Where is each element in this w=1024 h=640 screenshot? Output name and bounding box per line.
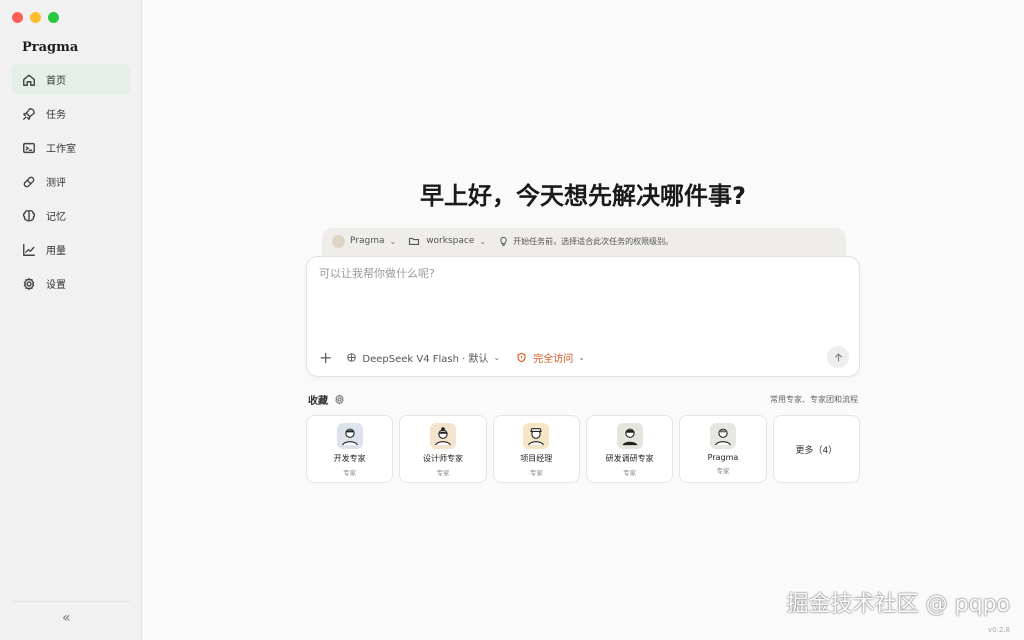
close-window-button[interactable]	[12, 12, 23, 23]
sidebar-item-label: 任务	[46, 110, 66, 121]
sidebar-item-label: 工作室	[46, 144, 76, 155]
sidebar-item-home[interactable]: 首页	[12, 64, 130, 95]
favorites-header: 收藏 常用专家、专家团和流程	[308, 392, 858, 407]
expert-avatar	[709, 423, 736, 449]
folder-name: workspace	[426, 236, 475, 246]
expert-type: 专家	[343, 469, 357, 477]
model-selector[interactable]: DeepSeek V4 Flash · 默认 ⌄	[346, 350, 500, 365]
expert-type: 专家	[716, 467, 730, 475]
sidebar-nav: 首页 任务 工作室 测评 记忆 用量 设置	[12, 64, 130, 302]
expert-name: 项目经理	[520, 454, 553, 463]
home-icon	[23, 73, 35, 86]
composer: + DeepSeek V4 Flash · 默认 ⌄ 完全访问 ⌄	[306, 256, 860, 377]
sidebar-item-label: 设置	[46, 280, 66, 291]
person-avatar-icon	[622, 428, 637, 446]
agent-name: Pragma	[350, 236, 385, 246]
sidebar-item-studio[interactable]: 工作室	[12, 132, 130, 163]
lightbulb-icon	[500, 236, 507, 246]
folder-selector[interactable]: workspace ⌄	[408, 234, 486, 248]
expert-card-developer[interactable]: 开发专家 专家	[306, 415, 394, 483]
terminal-icon	[23, 142, 35, 153]
add-attachment-button[interactable]: +	[319, 348, 332, 367]
window-controls	[12, 12, 59, 23]
expert-name: 研发调研专家	[605, 454, 654, 463]
access-selector[interactable]: 完全访问 ⌄	[516, 350, 585, 365]
trend-icon	[23, 243, 35, 256]
model-name: DeepSeek V4 Flash · 默认	[362, 353, 489, 365]
sidebar-item-label: 测评	[46, 178, 66, 189]
favorites-cards: 开发专家 专家 设计师专家 专家 项目经理 专家 研发调研专家 专家 Pragm…	[306, 415, 860, 483]
composer-toolbar: + DeepSeek V4 Flash · 默认 ⌄ 完全访问 ⌄	[319, 346, 849, 368]
expert-type: 专家	[436, 469, 450, 477]
sidebar-item-label: 用量	[46, 246, 66, 257]
zoom-window-button[interactable]	[48, 12, 59, 23]
person-avatar-icon	[715, 428, 731, 446]
more-experts-label: 更多（4）	[795, 445, 838, 456]
expert-avatar	[616, 423, 643, 449]
expert-type: 专家	[623, 469, 637, 477]
favorites-settings-button[interactable]	[334, 394, 345, 405]
sidebar-item-settings[interactable]: 设置	[12, 268, 130, 299]
collapse-sidebar-button[interactable]: «	[62, 610, 71, 626]
watermark: 掘金技术社区 @ pqpo	[786, 592, 1010, 617]
more-experts-button[interactable]: 更多（4）	[772, 415, 860, 483]
person-avatar-icon	[435, 427, 451, 446]
version-label: v0.2.8	[988, 626, 1010, 634]
send-button[interactable]	[827, 346, 849, 368]
agent-avatar	[332, 234, 345, 248]
pill-icon	[23, 176, 35, 187]
chevron-down-icon: ⌄	[479, 236, 487, 246]
sidebar-item-label: 首页	[46, 76, 66, 87]
app-brand: Pragma	[22, 40, 79, 55]
access-label: 完全访问	[533, 353, 574, 365]
folder-icon	[409, 237, 420, 245]
chevron-down-icon: ⌄	[389, 236, 397, 246]
sidebar-item-usage[interactable]: 用量	[12, 234, 130, 265]
greeting-title: 早上好，今天想先解决哪件事?	[420, 182, 746, 210]
expert-card-designer[interactable]: 设计师专家 专家	[399, 415, 487, 483]
prompt-input[interactable]	[319, 267, 839, 280]
sidebar-item-evaluation[interactable]: 测评	[12, 166, 130, 197]
expert-name: Pragma	[707, 453, 739, 462]
minimize-window-button[interactable]	[30, 12, 41, 23]
sidebar-item-memory[interactable]: 记忆	[12, 200, 130, 231]
permission-hint: 开始任务前，选择适合此次任务的权限级别。	[498, 234, 673, 248]
main-area: 早上好，今天想先解决哪件事? Pragma ⌄ workspace ⌄ 开始任务…	[142, 0, 1024, 640]
expert-type: 专家	[529, 469, 543, 477]
rocket-icon	[23, 107, 35, 120]
chevron-down-icon: ⌄	[578, 352, 585, 362]
sidebar-item-tasks[interactable]: 任务	[12, 98, 130, 129]
favorites-title: 收藏	[308, 396, 328, 407]
person-avatar-icon	[528, 428, 545, 446]
favorites-description: 常用专家、专家团和流程	[770, 395, 858, 404]
expert-avatar	[523, 423, 550, 449]
permission-hint-text: 开始任务前，选择适合此次任务的权限级别。	[513, 236, 674, 246]
agent-selector[interactable]: Pragma ⌄	[332, 234, 396, 248]
brain-icon	[22, 209, 36, 221]
expert-card-researcher[interactable]: 研发调研专家 专家	[585, 415, 674, 483]
expert-name: 开发专家	[333, 454, 366, 463]
sidebar: Pragma 首页 任务 工作室 测评 记忆 用量 设置 «	[0, 0, 142, 640]
model-brain-icon	[347, 352, 357, 362]
gear-icon	[335, 394, 344, 405]
sidebar-item-label: 记忆	[46, 212, 66, 223]
expert-avatar	[429, 423, 456, 449]
expert-name: 设计师专家	[422, 454, 463, 463]
sidebar-divider	[12, 601, 130, 602]
expert-card-pragma[interactable]: Pragma 专家	[679, 415, 767, 483]
gear-icon	[23, 277, 35, 290]
expert-card-project-manager[interactable]: 项目经理 专家	[492, 415, 580, 483]
person-avatar-icon	[341, 428, 358, 446]
arrow-up-icon	[834, 352, 842, 362]
shield-icon	[517, 352, 526, 362]
expert-avatar	[336, 423, 363, 449]
chevron-down-icon: ⌄	[493, 352, 501, 362]
